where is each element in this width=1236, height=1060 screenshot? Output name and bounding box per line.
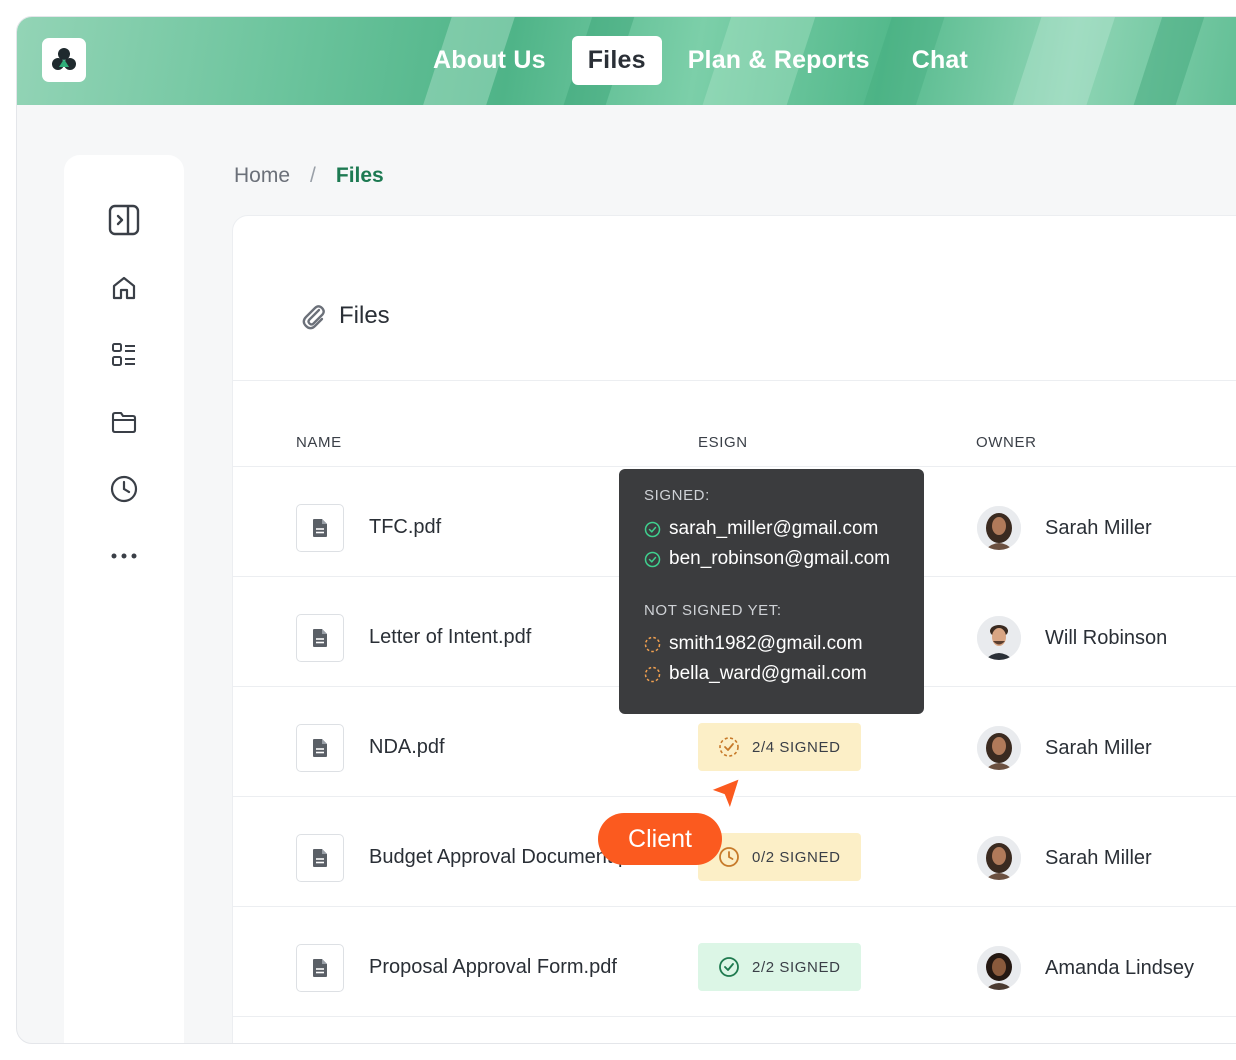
nav-chat[interactable]: Chat bbox=[896, 36, 984, 85]
client-cursor-label: Client bbox=[598, 813, 722, 865]
column-header-esign[interactable]: ESIGN bbox=[698, 434, 748, 451]
pdf-file-icon bbox=[296, 724, 344, 772]
avatar bbox=[977, 616, 1021, 660]
sidebar bbox=[64, 155, 184, 1043]
signer-email: ben_robinson@gmail.com bbox=[669, 548, 891, 569]
owner-name: Amanda Lindsey bbox=[1045, 956, 1194, 979]
tooltip-signed-heading: SIGNED: bbox=[644, 487, 710, 504]
top-header: About Us Files Plan & Reports Chat bbox=[17, 17, 1236, 105]
avatar bbox=[977, 946, 1021, 990]
brand-logo[interactable] bbox=[42, 38, 86, 82]
esign-status-text: 2/4 SIGNED bbox=[752, 738, 841, 756]
tooltip-signed-item: ben_robinson@gmail.com bbox=[644, 544, 924, 574]
owner-cell: Will Robinson bbox=[977, 616, 1167, 660]
pdf-file-icon bbox=[296, 614, 344, 662]
esign-status-badge[interactable]: 0/2 SIGNED bbox=[698, 833, 861, 881]
clock-status-icon bbox=[719, 847, 739, 867]
column-header-name[interactable]: NAME bbox=[296, 434, 342, 451]
signer-email: sarah_miller@gmail.com bbox=[669, 518, 879, 539]
check-circle-icon bbox=[644, 551, 661, 567]
owner-name: Sarah Miller bbox=[1045, 736, 1152, 759]
logo-icon bbox=[52, 48, 76, 70]
pending-check-icon bbox=[719, 737, 739, 757]
check-circle-icon bbox=[644, 521, 661, 537]
owner-cell: Sarah Miller bbox=[977, 836, 1152, 880]
owner-name: Sarah Miller bbox=[1045, 516, 1152, 539]
nav-about-us[interactable]: About Us bbox=[417, 36, 562, 85]
tooltip-not-signed-item: smith1982@gmail.com bbox=[644, 629, 924, 659]
breadcrumb-separator: / bbox=[310, 164, 316, 187]
breadcrumb-current: Files bbox=[335, 164, 384, 187]
home-icon[interactable] bbox=[107, 271, 141, 305]
column-header-owner[interactable]: OWNER bbox=[976, 434, 1037, 451]
files-title: Files bbox=[301, 302, 390, 330]
more-icon[interactable] bbox=[107, 539, 141, 573]
owner-cell: Sarah Miller bbox=[977, 726, 1152, 770]
signer-email: bella_ward@gmail.com bbox=[669, 663, 867, 684]
collapse-panel-icon[interactable] bbox=[107, 203, 141, 237]
signer-email: smith1982@gmail.com bbox=[669, 633, 863, 654]
file-name[interactable]: Letter of Intent.pdf bbox=[369, 626, 531, 649]
file-name[interactable]: NDA.pdf bbox=[369, 736, 445, 759]
owner-name: Will Robinson bbox=[1045, 626, 1168, 649]
owner-name: Sarah Miller bbox=[1045, 846, 1152, 869]
pdf-file-icon bbox=[296, 944, 344, 992]
tooltip-not-signed-item: bella_ward@gmail.com bbox=[644, 659, 924, 689]
pending-circle-icon bbox=[644, 636, 661, 652]
dashboard-list-icon[interactable] bbox=[107, 338, 141, 372]
cursor-pointer-icon bbox=[706, 776, 742, 819]
clock-icon[interactable] bbox=[107, 472, 141, 506]
tooltip-not-signed-heading: NOT SIGNED YET: bbox=[644, 602, 782, 619]
folder-icon[interactable] bbox=[107, 405, 141, 439]
owner-cell: Sarah Miller bbox=[977, 506, 1152, 550]
file-name[interactable]: TFC.pdf bbox=[369, 516, 441, 539]
esign-status-badge[interactable]: 2/4 SIGNED bbox=[698, 723, 861, 771]
avatar bbox=[977, 726, 1021, 770]
esign-status-text: 2/2 SIGNED bbox=[752, 958, 841, 976]
pdf-file-icon bbox=[296, 504, 344, 552]
files-title-text: Files bbox=[339, 302, 390, 329]
nav-plan-reports[interactable]: Plan & Reports bbox=[672, 36, 886, 85]
pending-circle-icon bbox=[644, 666, 661, 682]
header-decoration bbox=[1120, 17, 1214, 105]
check-circle-icon bbox=[719, 957, 739, 977]
header-decoration bbox=[1000, 17, 1124, 105]
avatar bbox=[977, 506, 1021, 550]
esign-status-text: 0/2 SIGNED bbox=[752, 848, 841, 866]
esign-tooltip: SIGNED: sarah_miller@gmail.com ben_robin… bbox=[619, 469, 924, 714]
avatar bbox=[977, 836, 1021, 880]
paperclip-icon bbox=[302, 305, 325, 330]
file-name[interactable]: Proposal Approval Form.pdf bbox=[369, 956, 617, 979]
tooltip-signed-item: sarah_miller@gmail.com bbox=[644, 514, 924, 544]
table-row[interactable]: Proposal Approval Form.pdf 2/2 SIGNED Am… bbox=[233, 906, 1236, 1016]
owner-cell: Amanda Lindsey bbox=[977, 946, 1194, 990]
main-nav: About Us Files Plan & Reports Chat bbox=[417, 36, 984, 85]
breadcrumb: Home / Files bbox=[234, 164, 384, 188]
pdf-file-icon bbox=[296, 834, 344, 882]
row-divider bbox=[233, 1016, 1236, 1017]
breadcrumb-home[interactable]: Home bbox=[234, 164, 290, 188]
nav-files[interactable]: Files bbox=[571, 36, 662, 85]
esign-status-badge[interactable]: 2/2 SIGNED bbox=[698, 943, 861, 991]
header-divider bbox=[233, 380, 1236, 381]
